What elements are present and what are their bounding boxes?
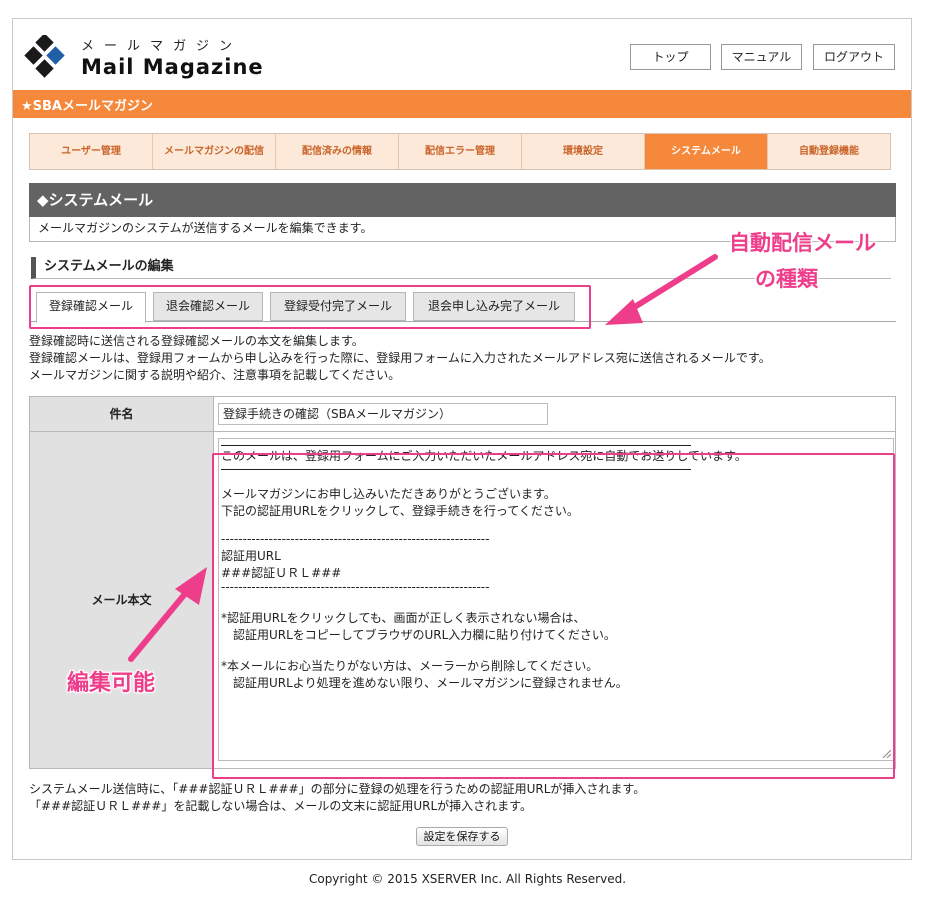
nav-item-system-mail[interactable]: システムメール <box>645 134 768 169</box>
logo[interactable]: メールマガジン Mail Magazine <box>23 35 263 83</box>
nav-item-magazine-delivery[interactable]: メールマガジンの配信 <box>153 134 276 169</box>
tabs-highlight-box <box>29 285 591 329</box>
note-line: システムメール送信時に、「###認証ＵＲＬ###」の部分に登録の処理を行うための… <box>29 782 646 796</box>
subject-label: 件名 <box>30 397 214 431</box>
main-nav: ユーザー管理 メールマガジンの配信 配信済みの情報 配信エラー管理 環境設定 シ… <box>29 133 891 170</box>
body-highlight-box <box>212 453 895 779</box>
body-rule <box>221 445 691 446</box>
notes: システムメール送信時に、「###認証ＵＲＬ###」の部分に登録の処理を行うための… <box>29 781 645 815</box>
manual-button[interactable]: マニュアル <box>721 44 802 70</box>
info-line: 登録確認時に送信される登録確認メールの本文を編集します。 <box>29 334 364 348</box>
section-title: ◆システムメール <box>29 183 896 217</box>
subject-cell: 登録手続きの確認（SBAメールマガジン） <box>214 397 895 431</box>
annotation-mail-types-line1: 自動配信メール <box>729 231 876 255</box>
site-title: ★SBAメールマガジン <box>21 99 153 114</box>
annotation-mail-types-line2: の種類 <box>755 267 818 291</box>
page-frame: メールマガジン Mail Magazine トップ マニュアル ログアウト ★S… <box>12 18 912 860</box>
logo-kana: メールマガジン <box>81 39 243 54</box>
top-button[interactable]: トップ <box>630 44 711 70</box>
info-line: メールマガジンに関する説明や紹介、注意事項を記載してください。 <box>29 368 401 382</box>
nav-item-user-management[interactable]: ユーザー管理 <box>30 134 153 169</box>
logo-title: Mail Magazine <box>81 55 264 79</box>
arrow-to-tabs-icon <box>605 254 718 325</box>
edit-info: 登録確認時に送信される登録確認メールの本文を編集します。 登録確認メールは、登録… <box>29 333 909 384</box>
site-title-bar: ★SBAメールマガジン <box>13 90 911 118</box>
save-settings-button[interactable]: 設定を保存する <box>416 827 508 846</box>
arrow-to-body-icon <box>128 567 207 662</box>
info-line: 登録確認メールは、登録用フォームから申し込みを行った際に、登録用フォームに入力さ… <box>29 351 771 365</box>
nav-item-auto-registration[interactable]: 自動登録機能 <box>768 134 890 169</box>
nav-item-delivery-errors[interactable]: 配信エラー管理 <box>399 134 522 169</box>
note-line: 「###認証ＵＲＬ###」を記載しない場合は、メールの文末に認証用URLが挿入さ… <box>29 799 532 813</box>
logout-button[interactable]: ログアウト <box>813 44 895 70</box>
annotation-editable: 編集可能 <box>67 671 156 696</box>
nav-item-settings[interactable]: 環境設定 <box>522 134 645 169</box>
nav-item-delivered-info[interactable]: 配信済みの情報 <box>276 134 399 169</box>
diamond-logo-icon <box>24 35 65 78</box>
copyright: Copyright © 2015 XSERVER Inc. All Rights… <box>308 872 627 886</box>
subject-input[interactable]: 登録手続きの確認（SBAメールマガジン） <box>218 403 548 425</box>
